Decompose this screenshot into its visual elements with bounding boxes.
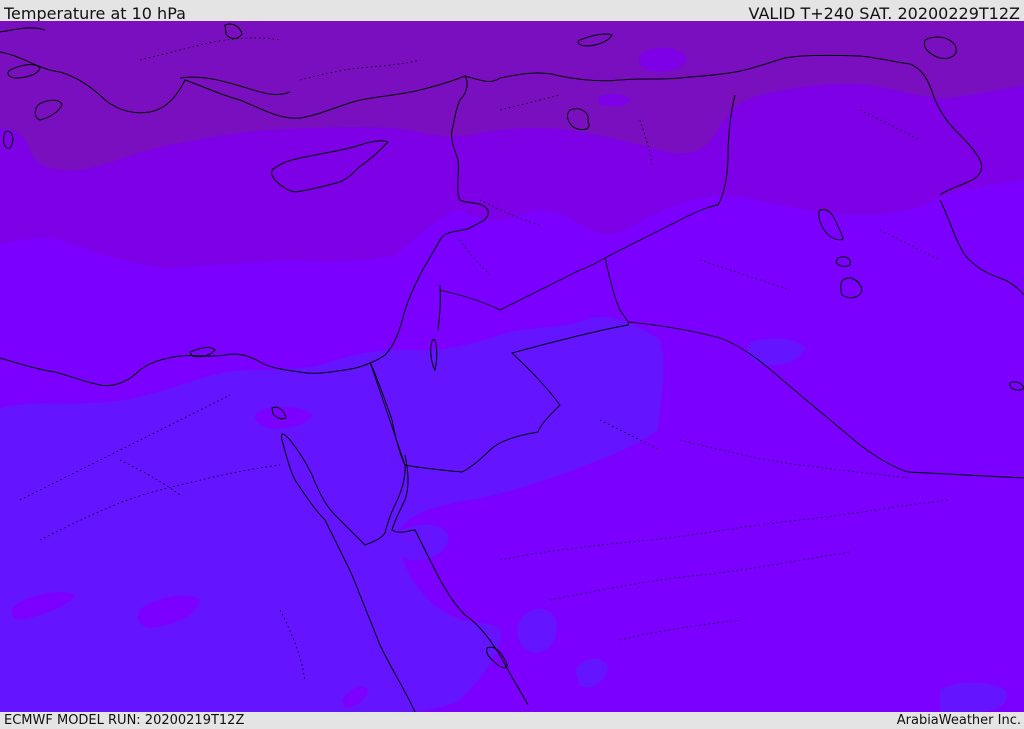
header-bar: Temperature at 10 hPa VALID T+240 SAT. 2…	[0, 0, 1024, 23]
credit-label: ArabiaWeather Inc.	[896, 713, 1021, 728]
weather-map-page: Temperature at 10 hPa VALID T+240 SAT. 2…	[0, 0, 1024, 729]
footer-bar: ECMWF MODEL RUN: 20200219T12Z ArabiaWeat…	[0, 712, 1024, 729]
map-svg	[0, 21, 1024, 712]
temperature-warm-cell-east	[940, 682, 1008, 712]
map-canvas	[0, 21, 1024, 712]
model-run-label: ECMWF MODEL RUN: 20200219T12Z	[4, 713, 245, 728]
